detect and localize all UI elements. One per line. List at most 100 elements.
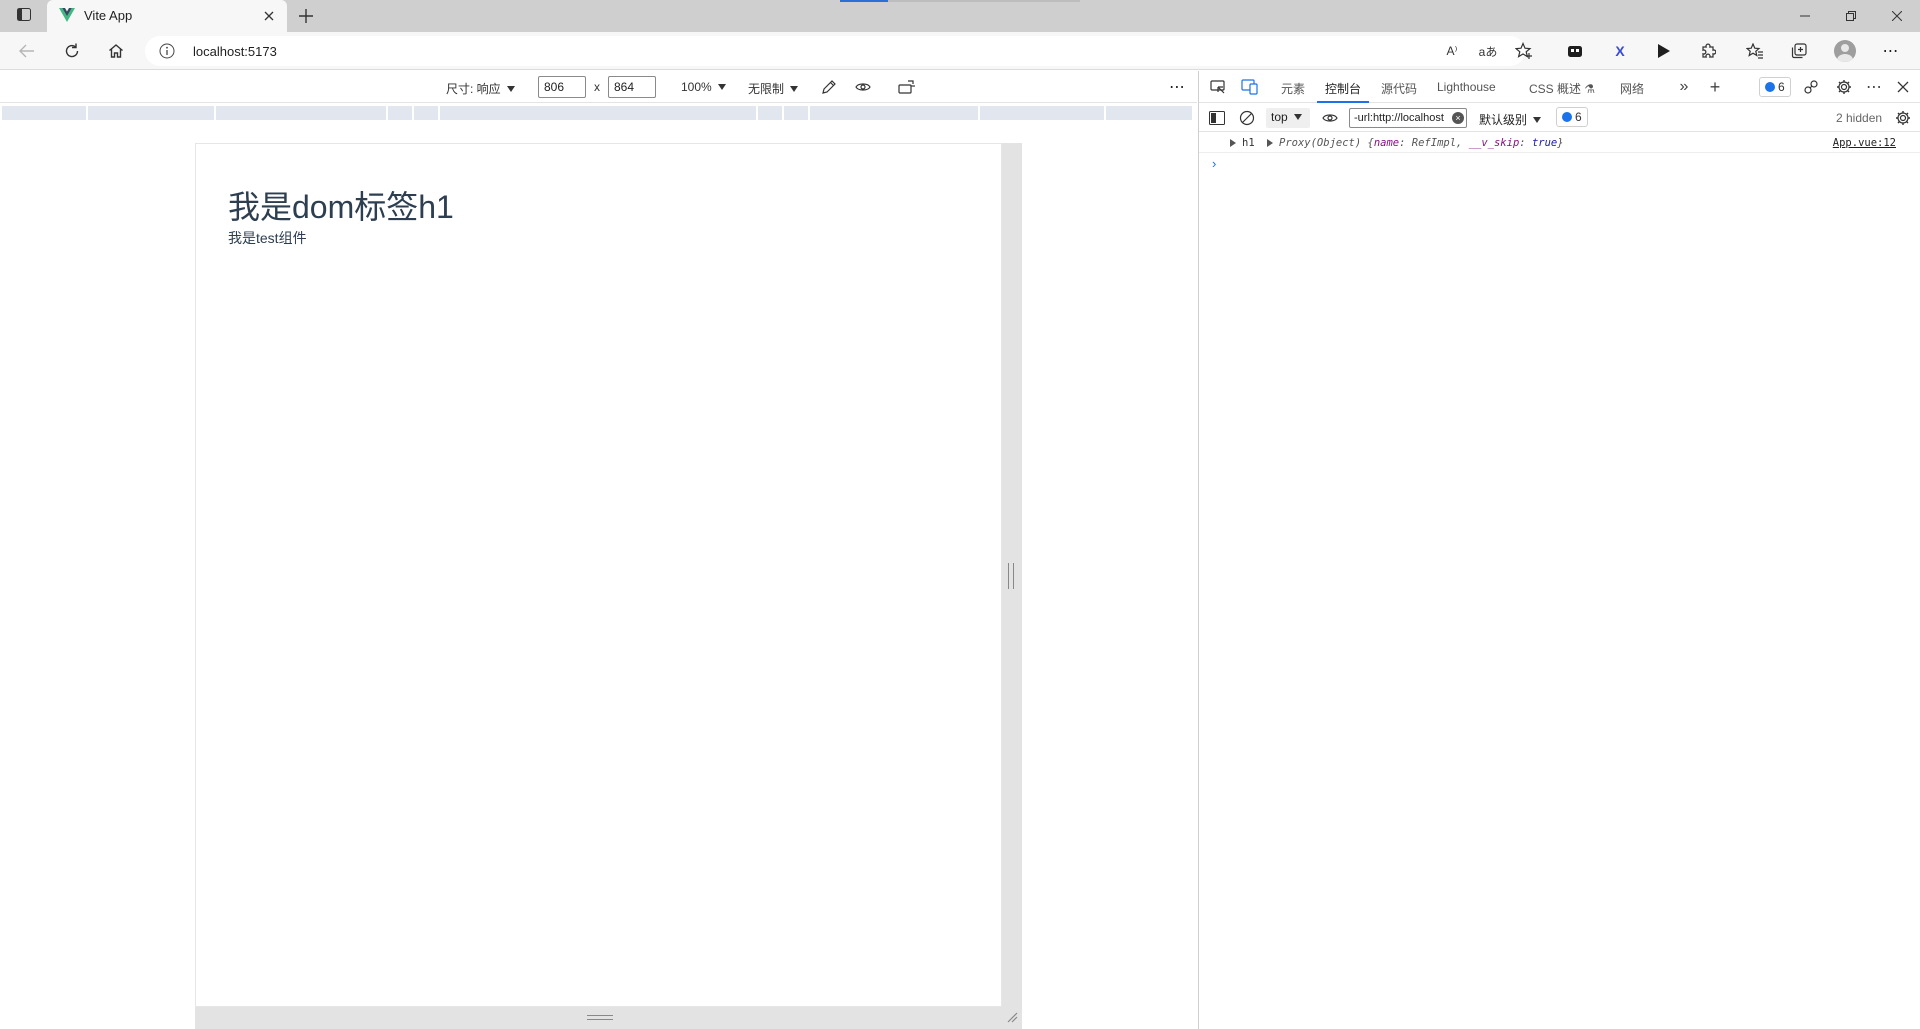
media-query-segment[interactable] bbox=[388, 106, 412, 120]
refresh-icon bbox=[65, 43, 79, 58]
gear-icon bbox=[1896, 111, 1910, 125]
read-aloud-icon[interactable]: A⁾ bbox=[1441, 41, 1463, 61]
tab-lighthouse[interactable]: Lighthouse bbox=[1437, 80, 1496, 94]
clear-filter-icon[interactable]: × bbox=[1452, 112, 1464, 124]
clear-console-button[interactable] bbox=[1236, 108, 1258, 128]
log-level-label: 默认级别 bbox=[1479, 113, 1528, 127]
media-query-segment[interactable] bbox=[758, 106, 782, 120]
media-query-bar bbox=[0, 104, 1197, 122]
extension-button[interactable] bbox=[1561, 38, 1589, 64]
add-favorite-icon[interactable] bbox=[1513, 41, 1535, 61]
logged-element[interactable]: h1 bbox=[1242, 137, 1255, 149]
console-prompt[interactable]: › bbox=[1212, 156, 1216, 171]
tab-sources[interactable]: 源代码 bbox=[1381, 80, 1417, 97]
extension-x-button[interactable]: X bbox=[1606, 38, 1634, 64]
hidden-messages-count: 2 hidden bbox=[1836, 111, 1883, 125]
tab-actions-button[interactable] bbox=[10, 4, 38, 28]
logged-object[interactable]: Proxy(Object) {name: RefImpl, __v_skip: … bbox=[1279, 137, 1564, 149]
collections-button[interactable] bbox=[1785, 38, 1813, 64]
tab-css-overview[interactable]: CSS 概述 ⚗ bbox=[1529, 80, 1595, 97]
message-icon bbox=[1765, 82, 1775, 92]
media-query-segment[interactable] bbox=[810, 106, 978, 120]
message-count: 6 bbox=[1778, 80, 1785, 94]
restore-button[interactable] bbox=[1828, 0, 1874, 32]
device-emulation-button[interactable] bbox=[1239, 77, 1261, 97]
chevron-down-icon bbox=[717, 84, 726, 90]
source-link[interactable]: App.vue:12 bbox=[1833, 137, 1896, 149]
device-icon bbox=[1241, 79, 1258, 95]
sidebar-icon bbox=[17, 8, 31, 24]
refresh-button[interactable] bbox=[58, 38, 86, 64]
tab-close-button[interactable] bbox=[259, 6, 279, 26]
object-value: true bbox=[1531, 137, 1558, 149]
eye-icon bbox=[1322, 114, 1338, 122]
inspect-element-button[interactable] bbox=[1207, 77, 1229, 97]
live-expression-button[interactable] bbox=[1319, 108, 1341, 128]
tab-elements[interactable]: 元素 bbox=[1281, 80, 1305, 97]
minimize-button[interactable] bbox=[1782, 0, 1828, 32]
sensors-button[interactable] bbox=[818, 77, 840, 97]
devtools-more-button[interactable]: ⋯ bbox=[1863, 77, 1885, 97]
more-tabs-button[interactable]: » bbox=[1673, 77, 1695, 97]
puzzle-icon bbox=[1702, 43, 1716, 58]
close-window-button[interactable] bbox=[1874, 0, 1920, 32]
viewport-height-resizer[interactable] bbox=[195, 1007, 1022, 1029]
restore-icon bbox=[1846, 11, 1856, 21]
media-query-segment[interactable] bbox=[440, 106, 756, 120]
close-icon bbox=[1897, 81, 1909, 93]
info-icon[interactable] bbox=[159, 43, 175, 62]
console-filter-input[interactable] bbox=[1349, 108, 1467, 128]
extension-play-button[interactable] bbox=[1650, 38, 1678, 64]
filter-messages-badge[interactable]: 6 bbox=[1556, 107, 1588, 127]
media-query-segment[interactable] bbox=[1106, 106, 1192, 120]
favorites-icon bbox=[1746, 43, 1763, 59]
device-more-button[interactable]: ⋯ bbox=[1166, 77, 1188, 97]
settings-more-button[interactable]: ⋯ bbox=[1877, 38, 1905, 64]
add-tab-button[interactable]: + bbox=[1704, 77, 1726, 97]
corner-resize-icon[interactable] bbox=[1006, 1011, 1018, 1026]
expand-triangle-icon[interactable] bbox=[1267, 139, 1273, 147]
address-bar[interactable]: localhost:5173 A⁾ aあ bbox=[145, 36, 1532, 66]
height-input[interactable] bbox=[608, 76, 656, 98]
object-prefix: Proxy(Object) { bbox=[1279, 137, 1374, 149]
media-query-segment[interactable] bbox=[784, 106, 808, 120]
media-query-segment[interactable] bbox=[980, 106, 1104, 120]
width-input[interactable] bbox=[538, 76, 586, 98]
console-settings-button[interactable] bbox=[1892, 108, 1914, 128]
chevron-down-icon bbox=[1533, 117, 1542, 123]
profile-button[interactable] bbox=[1831, 38, 1859, 64]
close-devtools-button[interactable] bbox=[1892, 77, 1914, 97]
media-query-segment[interactable] bbox=[88, 106, 214, 120]
collections-icon bbox=[1791, 43, 1807, 59]
translate-icon[interactable]: aあ bbox=[1477, 41, 1499, 61]
rotate-button[interactable] bbox=[896, 77, 918, 97]
new-tab-button[interactable] bbox=[294, 4, 318, 28]
tab-console[interactable]: 控制台 bbox=[1316, 80, 1370, 103]
vision-deficiency-button[interactable] bbox=[852, 77, 874, 97]
context-select[interactable]: top bbox=[1266, 108, 1310, 128]
media-query-segment[interactable] bbox=[414, 106, 438, 120]
sidebar-icon bbox=[1209, 111, 1225, 125]
chevron-down-icon bbox=[506, 86, 515, 92]
favorites-button[interactable] bbox=[1741, 38, 1769, 64]
viewport-width-resizer[interactable] bbox=[1002, 143, 1022, 1007]
tab-network[interactable]: 网络 bbox=[1620, 80, 1644, 97]
log-level-dropdown[interactable]: 默认级别 bbox=[1479, 111, 1542, 128]
media-query-segment[interactable] bbox=[2, 106, 86, 120]
messages-badge[interactable]: 6 bbox=[1759, 77, 1791, 97]
object-suffix: } bbox=[1557, 137, 1564, 149]
throttle-dropdown[interactable]: 无限制 bbox=[748, 80, 799, 97]
back-button[interactable] bbox=[13, 38, 41, 64]
dimensions-dropdown[interactable]: 尺寸: 响应 bbox=[446, 80, 515, 97]
media-query-segment[interactable] bbox=[216, 106, 386, 120]
connect-button[interactable] bbox=[1800, 77, 1822, 97]
zoom-dropdown[interactable]: 100% bbox=[681, 80, 726, 94]
console-filter-bar: top × 默认级别 6 2 hidden bbox=[1199, 104, 1920, 132]
extensions-button[interactable] bbox=[1694, 38, 1722, 64]
url-text[interactable]: localhost:5173 bbox=[193, 44, 277, 59]
expand-triangle-icon[interactable] bbox=[1230, 139, 1236, 147]
settings-button[interactable] bbox=[1833, 77, 1855, 97]
home-button[interactable] bbox=[102, 38, 130, 64]
sidebar-toggle-button[interactable] bbox=[1206, 108, 1228, 128]
tab-vite-app[interactable]: Vite App bbox=[47, 0, 287, 32]
